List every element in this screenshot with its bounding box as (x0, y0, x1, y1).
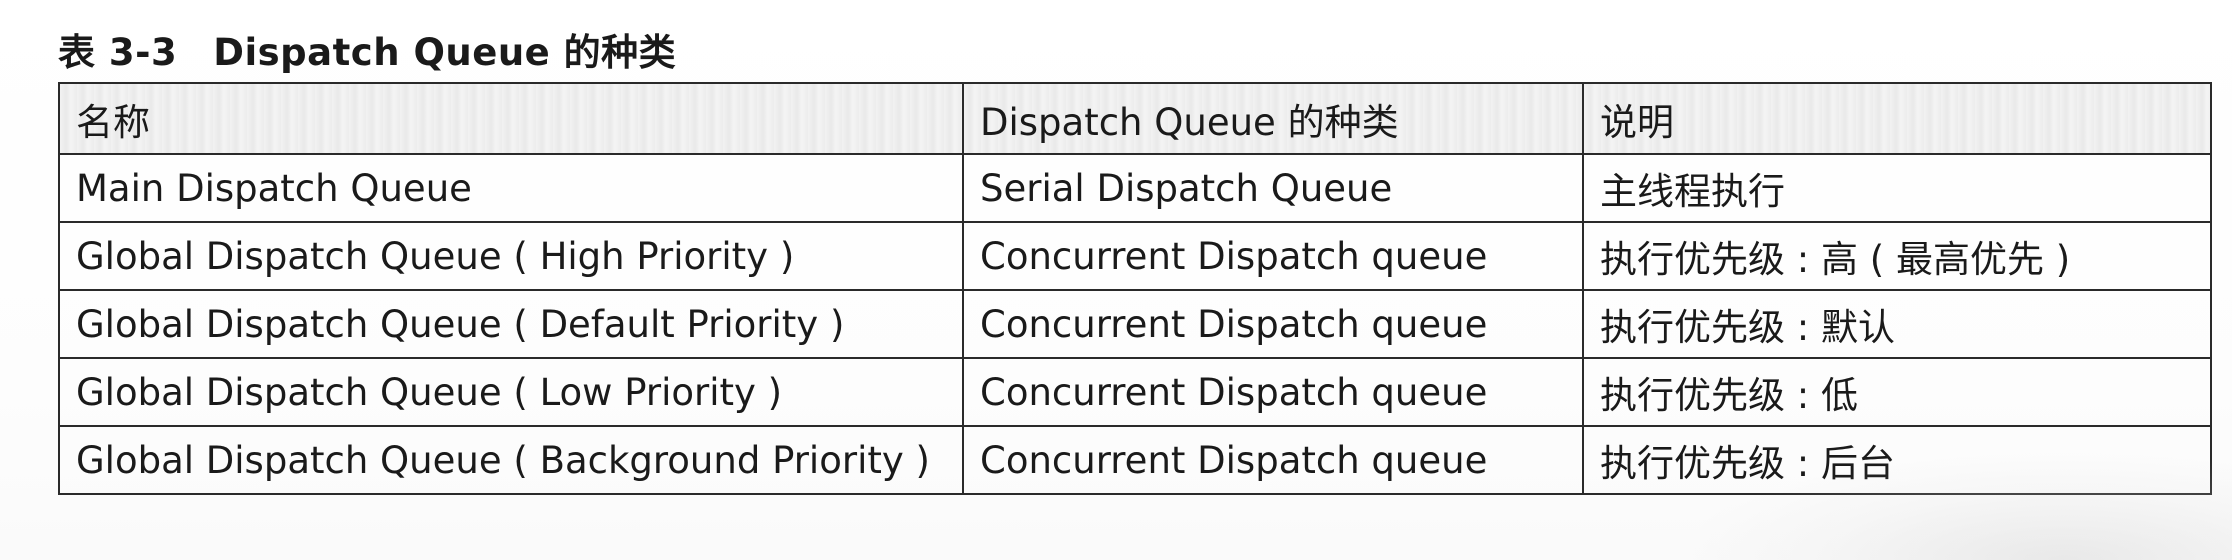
table-row: Global Dispatch Queue ( Default Priority… (58, 289, 2212, 359)
cell-description: 执行优先级 : 高 ( 最高优先 ) (1582, 221, 2212, 291)
cell-queue-type: Serial Dispatch Queue (962, 153, 1584, 223)
cell-queue-type: Concurrent Dispatch queue (962, 425, 1584, 495)
header-cell-queue-type: Dispatch Queue 的种类 (962, 82, 1584, 155)
header-cell-name: 名称 (58, 82, 964, 155)
table-header-row: 名称 Dispatch Queue 的种类 说明 (58, 82, 2212, 155)
faded-watermark (1672, 450, 2232, 560)
table-number: 表 3-3 (58, 31, 178, 74)
document-page: 表 3-3 Dispatch Queue 的种类 名称 Dispatch Queu… (0, 0, 2232, 560)
cell-name: Global Dispatch Queue ( High Priority ) (58, 221, 964, 291)
cell-name: Global Dispatch Queue ( Default Priority… (58, 289, 964, 359)
cell-queue-type: Concurrent Dispatch queue (962, 221, 1584, 291)
table-row: Main Dispatch Queue Serial Dispatch Queu… (58, 153, 2212, 223)
dispatch-queue-table: 名称 Dispatch Queue 的种类 说明 Main Dispatch Q… (58, 82, 2212, 495)
header-cell-description: 说明 (1582, 82, 2212, 155)
cell-description: 执行优先级 : 默认 (1582, 289, 2212, 359)
cell-description: 执行优先级 : 低 (1582, 357, 2212, 427)
cell-name: Main Dispatch Queue (58, 153, 964, 223)
cell-description: 主线程执行 (1582, 153, 2212, 223)
cell-name: Global Dispatch Queue ( Background Prior… (58, 425, 964, 495)
cell-queue-type: Concurrent Dispatch queue (962, 289, 1584, 359)
table-row: Global Dispatch Queue ( High Priority ) … (58, 221, 2212, 291)
table-title: Dispatch Queue 的种类 (213, 31, 677, 74)
cell-name: Global Dispatch Queue ( Low Priority ) (58, 357, 964, 427)
table-caption: 表 3-3 Dispatch Queue 的种类 (58, 22, 676, 76)
table-row: Global Dispatch Queue ( Low Priority ) C… (58, 357, 2212, 427)
cell-queue-type: Concurrent Dispatch queue (962, 357, 1584, 427)
